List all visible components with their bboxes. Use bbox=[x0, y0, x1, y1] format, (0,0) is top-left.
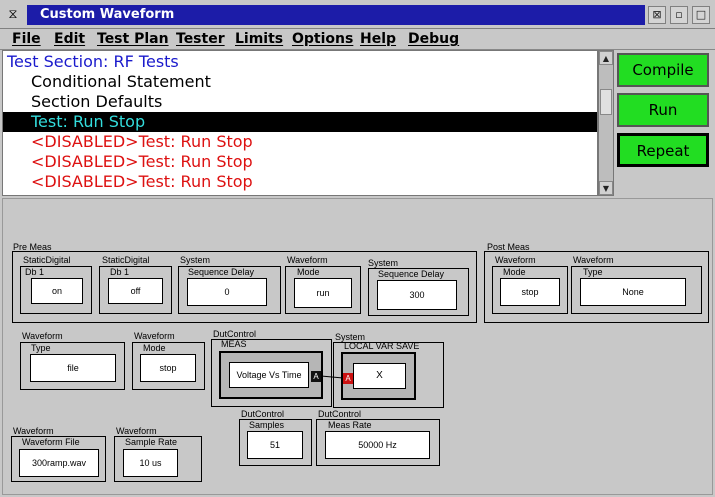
value-field[interactable]: Voltage Vs Time bbox=[229, 362, 309, 388]
menu-file[interactable]: File bbox=[12, 29, 41, 50]
value-field[interactable]: 51 bbox=[247, 431, 303, 459]
scroll-down-icon[interactable]: ▼ bbox=[599, 181, 613, 195]
value-field[interactable]: run bbox=[294, 278, 352, 308]
tree-item-disabled-test[interactable]: <DISABLED>Test: Run Stop bbox=[3, 132, 597, 152]
block-type-label: Waveform bbox=[495, 255, 536, 265]
block-param-label: Waveform File bbox=[22, 437, 80, 447]
block-param-label: Db 1 bbox=[25, 267, 45, 277]
value-field[interactable]: on bbox=[31, 278, 83, 304]
sequence-canvas: Pre Meas StaticDigital Db 1 on StaticDig… bbox=[2, 198, 713, 495]
block-type-label: Waveform bbox=[287, 255, 328, 265]
block-type-label: System bbox=[180, 255, 211, 265]
menu-tester[interactable]: Tester bbox=[176, 29, 225, 50]
run-button[interactable]: Run bbox=[617, 93, 709, 127]
output-port-a[interactable]: A bbox=[311, 371, 321, 382]
value-field[interactable]: None bbox=[580, 278, 686, 306]
block-param-label: Mode bbox=[503, 267, 526, 277]
menu-limits[interactable]: Limits bbox=[235, 29, 283, 50]
block-param-label: Sequence Delay bbox=[378, 269, 445, 279]
block-type-label: StaticDigital bbox=[102, 255, 150, 265]
block-param-label: Mode bbox=[143, 343, 166, 353]
value-field[interactable]: stop bbox=[500, 278, 560, 306]
menu-options[interactable]: Options bbox=[292, 29, 353, 50]
value-field[interactable]: 0 bbox=[187, 278, 267, 306]
tree-item-disabled-test[interactable]: <DISABLED>Test: Run Stop bbox=[3, 172, 597, 192]
window-menu-icon[interactable]: ⧖ bbox=[3, 5, 23, 25]
value-field[interactable]: X bbox=[353, 363, 406, 389]
block-type-label: StaticDigital bbox=[23, 255, 71, 265]
block-param-label: Db 1 bbox=[110, 267, 130, 277]
value-field[interactable]: 300 bbox=[377, 280, 457, 310]
menu-edit[interactable]: Edit bbox=[54, 29, 85, 50]
scrollbar-thumb[interactable] bbox=[600, 89, 612, 115]
menu-help[interactable]: Help bbox=[360, 29, 396, 50]
value-field[interactable]: stop bbox=[140, 354, 196, 382]
maximize-icon[interactable]: □ bbox=[692, 6, 710, 24]
close-icon[interactable]: ⊠ bbox=[648, 6, 666, 24]
block-param-label: Type bbox=[31, 343, 51, 353]
block-param-label: Type bbox=[583, 267, 603, 277]
block-type-label: Waveform bbox=[134, 331, 175, 341]
value-field[interactable]: 10 us bbox=[123, 449, 178, 477]
value-field[interactable]: 50000 Hz bbox=[325, 431, 430, 459]
block-param-label: Samples bbox=[249, 420, 285, 430]
block-param-label: MEAS bbox=[221, 339, 247, 349]
value-field[interactable]: 300ramp.wav bbox=[19, 449, 99, 477]
tree-item-selected-test[interactable]: Test: Run Stop bbox=[3, 112, 597, 132]
tree-item-section[interactable]: Test Section: RF Tests bbox=[3, 52, 597, 72]
tree-item-conditional[interactable]: Conditional Statement bbox=[3, 72, 597, 92]
block-type-label: Waveform bbox=[22, 331, 63, 341]
port-connection-line bbox=[320, 375, 344, 379]
block-param-label: Meas Rate bbox=[328, 420, 372, 430]
window-title: Custom Waveform bbox=[40, 7, 175, 22]
test-plan-tree[interactable]: Test Section: RF Tests Conditional State… bbox=[2, 50, 598, 196]
block-param-label: Mode bbox=[297, 267, 320, 277]
tree-item-section-defaults[interactable]: Section Defaults bbox=[3, 92, 597, 112]
tree-scrollbar[interactable]: ▲ ▼ bbox=[598, 50, 614, 196]
value-field[interactable]: off bbox=[108, 278, 163, 304]
tree-item-disabled-test[interactable]: <DISABLED>Test: Run Stop bbox=[3, 152, 597, 172]
compile-button[interactable]: Compile bbox=[617, 53, 709, 87]
minimize-icon[interactable]: ▫ bbox=[670, 6, 688, 24]
scroll-up-icon[interactable]: ▲ bbox=[599, 51, 613, 65]
block-param-label: LOCAL VAR SAVE bbox=[344, 341, 420, 351]
block-type-label: Waveform bbox=[573, 255, 614, 265]
menu-test-plan[interactable]: Test Plan bbox=[97, 29, 169, 50]
block-param-label: Sequence Delay bbox=[188, 267, 255, 277]
repeat-button[interactable]: Repeat bbox=[617, 133, 709, 167]
block-param-label: Sample Rate bbox=[125, 437, 178, 447]
value-field[interactable]: file bbox=[30, 354, 116, 382]
menu-debug[interactable]: Debug bbox=[408, 29, 459, 50]
